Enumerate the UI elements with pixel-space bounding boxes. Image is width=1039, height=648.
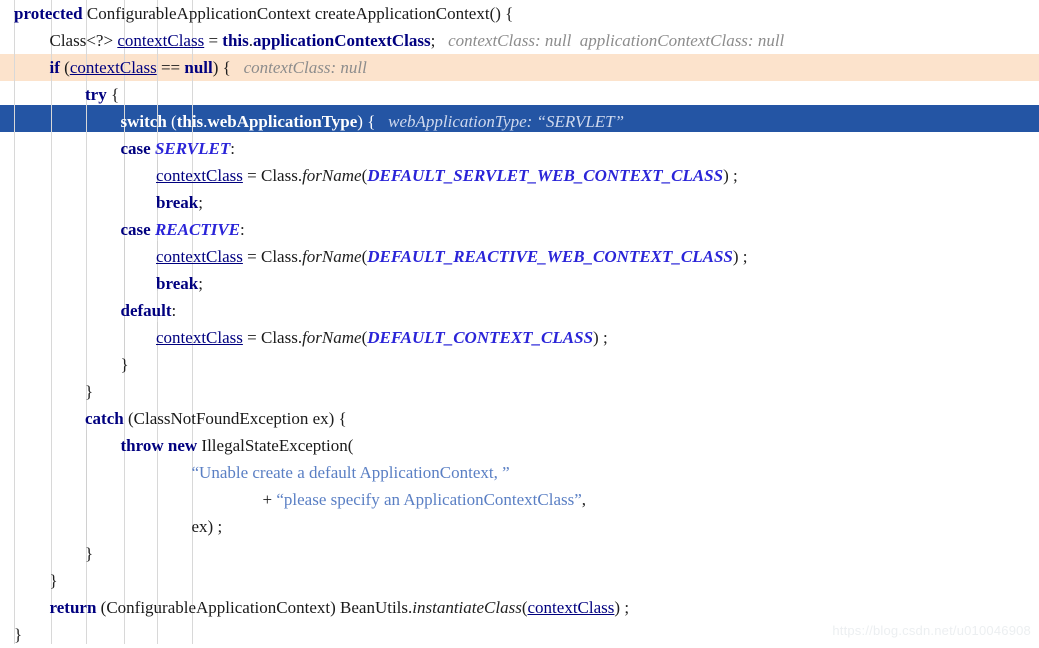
- code-line[interactable]: try {: [0, 81, 1039, 108]
- code-line[interactable]: protected ConfigurableApplicationContext…: [0, 0, 1039, 27]
- token-const: DEFAULT_CONTEXT_CLASS: [367, 328, 594, 347]
- token-kw: if: [49, 58, 60, 77]
- token-punc: ) ;: [593, 328, 608, 347]
- token-kw: return: [49, 598, 97, 617]
- code-line[interactable]: “Unable create a default ApplicationCont…: [0, 459, 1039, 486]
- token-plain: +: [262, 490, 277, 509]
- code-line[interactable]: contextClass = Class.forName(DEFAULT_REA…: [0, 243, 1039, 270]
- token-fieldb: webApplicationType: [207, 112, 358, 131]
- token-kw: null: [184, 58, 213, 77]
- token-field: contextClass: [117, 31, 205, 50]
- token-kw: catch: [85, 409, 124, 428]
- token-plain: = Class.: [242, 247, 303, 266]
- token-punc: }: [85, 544, 94, 563]
- token-punc: ) ;: [614, 598, 630, 617]
- token-method: forName: [302, 247, 362, 266]
- token-kw: break: [156, 193, 199, 212]
- token-punc: ) {: [328, 409, 347, 428]
- token-str: “Unable create a default ApplicationCont…: [191, 463, 510, 482]
- code-line[interactable]: }: [0, 351, 1039, 378]
- code-line[interactable]: }: [0, 567, 1039, 594]
- token-plain: (ClassNotFoundException ex: [123, 409, 329, 428]
- code-line[interactable]: switch (this.webApplicationType) { webAp…: [0, 108, 1039, 135]
- token-kw: throw new: [120, 436, 198, 455]
- token-punc: ,: [581, 490, 587, 509]
- token-field: contextClass: [69, 58, 157, 77]
- token-punc: :: [230, 139, 235, 158]
- token-punc: :: [171, 301, 177, 320]
- token-enumc: SERVLET: [154, 139, 231, 158]
- code-line[interactable]: case REACTIVE:: [0, 216, 1039, 243]
- code-line[interactable]: throw new IllegalStateException(: [0, 432, 1039, 459]
- token-fieldb: applicationContextClass: [253, 31, 431, 50]
- token-plain: = Class.: [242, 166, 303, 185]
- code-line[interactable]: break;: [0, 270, 1039, 297]
- token-plain: (: [59, 58, 70, 77]
- token-plain: IllegalStateException: [197, 436, 348, 455]
- token-field: contextClass: [156, 328, 243, 347]
- code-line[interactable]: catch (ClassNotFoundException ex) {: [0, 405, 1039, 432]
- token-hint: contextClass: null: [230, 58, 367, 77]
- token-punc: }: [49, 571, 58, 590]
- token-plain: (: [166, 112, 177, 131]
- token-method: forName: [302, 166, 362, 185]
- token-kw: protected: [14, 4, 83, 23]
- token-hint: webApplicationType: “SERVLET”: [375, 112, 625, 131]
- token-kw: case: [120, 220, 151, 239]
- token-punc: }: [120, 355, 129, 374]
- token-plain: Class<?>: [49, 31, 118, 50]
- token-kw: break: [156, 274, 199, 293]
- token-hint: contextClass: null applicationContextCla…: [435, 31, 785, 50]
- token-kw: this: [222, 31, 249, 50]
- token-punc: ;: [198, 193, 203, 212]
- token-field: contextClass: [156, 166, 243, 185]
- code-lines[interactable]: protected ConfigurableApplicationContext…: [0, 0, 1039, 648]
- token-punc: (: [347, 436, 354, 455]
- token-const: DEFAULT_REACTIVE_WEB_CONTEXT_CLASS: [367, 247, 733, 266]
- token-plain: ==: [156, 58, 185, 77]
- code-line[interactable]: if (contextClass == null) { contextClass…: [0, 54, 1039, 81]
- token-str: “please specify an ApplicationContextCla…: [276, 490, 582, 509]
- watermark-text: https://blog.csdn.net/u010046908: [832, 623, 1031, 638]
- token-punc: :: [240, 220, 245, 239]
- token-field: contextClass: [527, 598, 615, 617]
- token-punc: ) {: [357, 112, 376, 131]
- token-punc: {: [106, 85, 120, 104]
- token-kw: case: [120, 139, 151, 158]
- code-line[interactable]: Class<?> contextClass = this.application…: [0, 27, 1039, 54]
- token-enumc: REACTIVE: [154, 220, 241, 239]
- code-line[interactable]: return (ConfigurableApplicationContext) …: [0, 594, 1039, 621]
- token-punc: ) {: [212, 58, 231, 77]
- token-field: contextClass: [156, 247, 243, 266]
- token-plain: (ConfigurableApplicationContext) BeanUti…: [96, 598, 413, 617]
- code-editor[interactable]: protected ConfigurableApplicationContext…: [0, 0, 1039, 644]
- token-punc: ) ;: [207, 517, 223, 536]
- token-punc: () {: [489, 4, 514, 23]
- token-const: DEFAULT_SERVLET_WEB_CONTEXT_CLASS: [367, 166, 724, 185]
- token-kw: default: [120, 301, 172, 320]
- code-line[interactable]: }: [0, 540, 1039, 567]
- code-line[interactable]: }: [0, 378, 1039, 405]
- token-method: instantiateClass: [412, 598, 522, 617]
- token-punc: }: [14, 625, 23, 644]
- code-line[interactable]: + “please specify an ApplicationContextC…: [0, 486, 1039, 513]
- code-line[interactable]: case SERVLET:: [0, 135, 1039, 162]
- token-plain: = Class.: [242, 328, 303, 347]
- token-punc: ) ;: [732, 247, 748, 266]
- code-line[interactable]: break;: [0, 189, 1039, 216]
- token-method: forName: [302, 328, 362, 347]
- token-plain: ConfigurableApplicationContext createApp…: [82, 4, 490, 23]
- token-punc: }: [85, 382, 94, 401]
- code-line[interactable]: default:: [0, 297, 1039, 324]
- token-punc: ;: [198, 274, 203, 293]
- token-kw: this: [176, 112, 204, 131]
- token-punc: ) ;: [723, 166, 738, 185]
- code-line[interactable]: contextClass = Class.forName(DEFAULT_CON…: [0, 324, 1039, 351]
- token-plain: =: [204, 31, 223, 50]
- token-kw: switch: [120, 112, 167, 131]
- token-plain: ex: [191, 517, 208, 536]
- token-kw: try: [85, 85, 107, 104]
- code-line[interactable]: contextClass = Class.forName(DEFAULT_SER…: [0, 162, 1039, 189]
- code-line[interactable]: ex) ;: [0, 513, 1039, 540]
